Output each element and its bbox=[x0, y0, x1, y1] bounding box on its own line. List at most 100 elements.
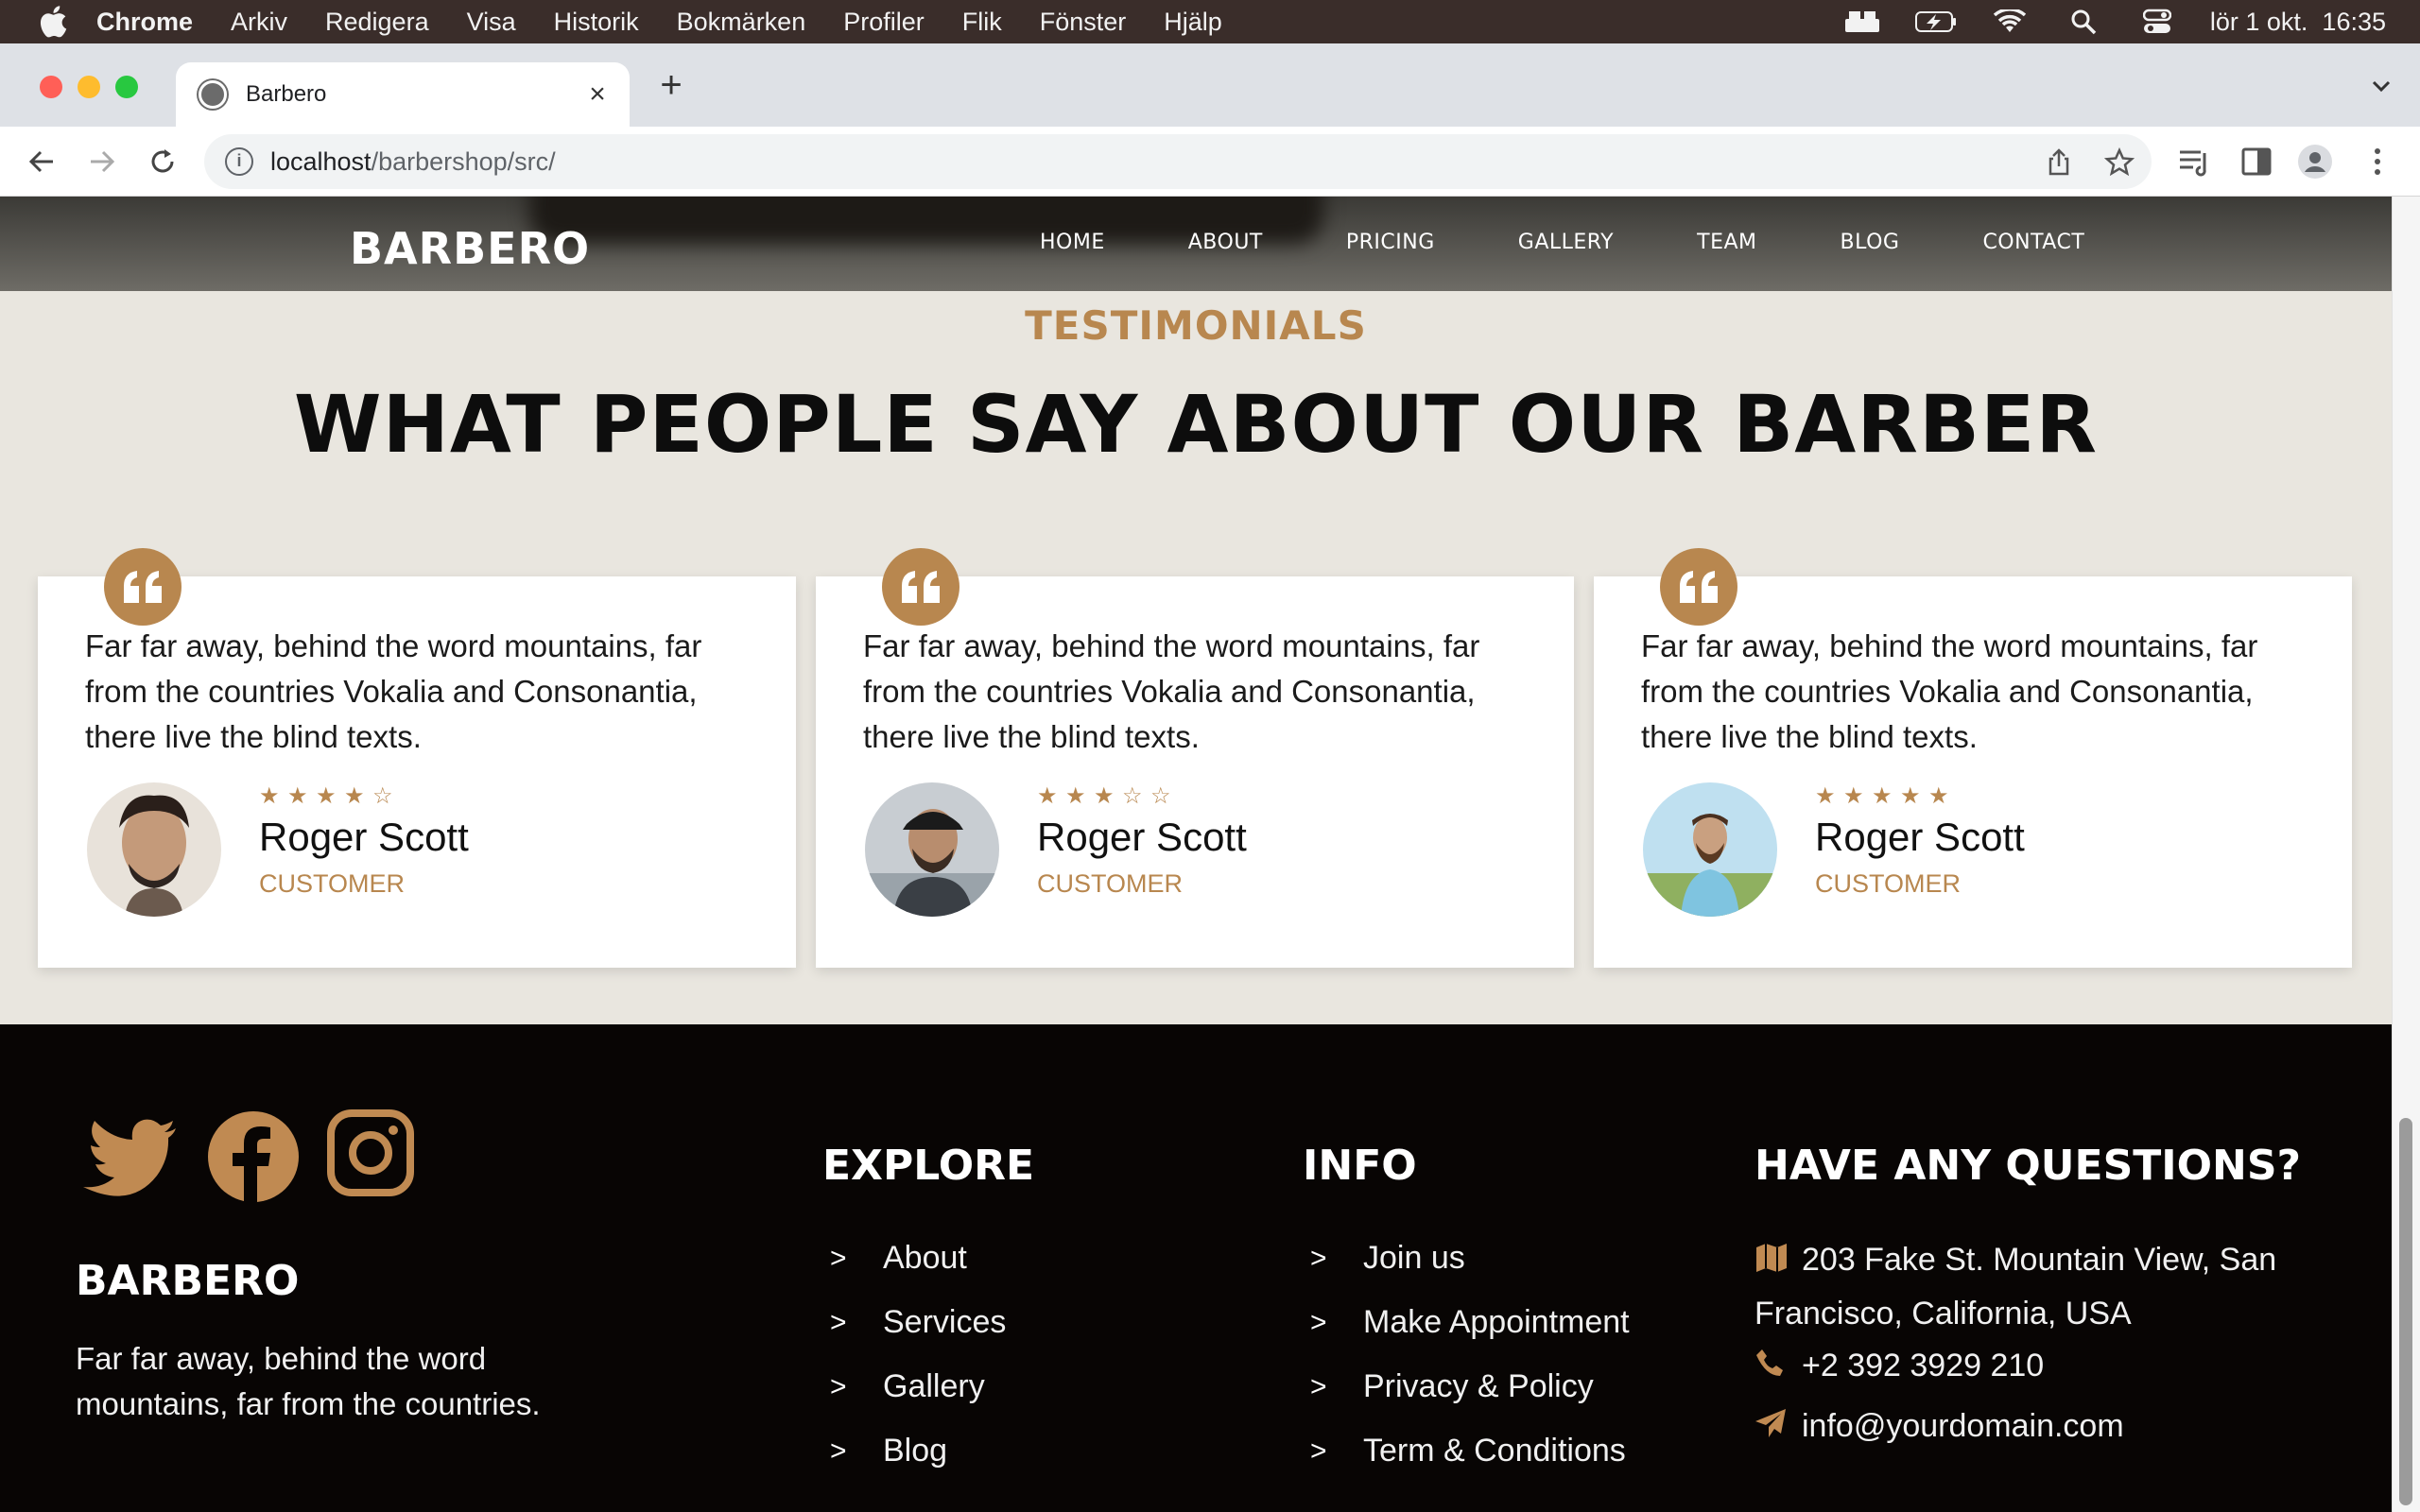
questions-title: HAVE ANY QUESTIONS? bbox=[1754, 1142, 2302, 1190]
footer-link-services[interactable]: > Services bbox=[830, 1304, 1006, 1341]
window-close-button[interactable] bbox=[40, 76, 62, 98]
star-rating: ★ ★ ★ ★ ☆ bbox=[259, 782, 397, 810]
page-scrollbar[interactable] bbox=[2392, 197, 2420, 1512]
nav-pricing[interactable]: PRICING bbox=[1346, 231, 1435, 254]
footer-link-privacy-policy[interactable]: > Privacy & Policy bbox=[1310, 1368, 1594, 1405]
contact-phone[interactable]: +2 392 3929 210 bbox=[1754, 1340, 2044, 1394]
wifi-icon[interactable] bbox=[1989, 8, 2031, 36]
testimonial-name: Roger Scott bbox=[1815, 815, 2025, 859]
avatar bbox=[1643, 782, 1777, 917]
url-text[interactable]: localhost/barbershop/src/ bbox=[270, 147, 556, 177]
menu-app-name[interactable]: Chrome bbox=[96, 8, 193, 37]
window-zoom-button[interactable] bbox=[115, 76, 138, 98]
spotlight-search-icon[interactable] bbox=[2063, 8, 2104, 36]
footer-link-make-appointment[interactable]: > Make Appointment bbox=[1310, 1304, 1630, 1341]
control-center-icon[interactable] bbox=[2136, 8, 2178, 36]
avatar bbox=[865, 782, 999, 917]
star-filled-icon: ★ bbox=[344, 783, 365, 809]
footer-link-label: Services bbox=[883, 1304, 1007, 1340]
section-eyebrow: TESTIMONIALS bbox=[1025, 302, 1367, 349]
browser-toolbar: i localhost/barbershop/src/ bbox=[0, 127, 2420, 197]
star-rating: ★ ★ ★ ★ ★ bbox=[1815, 782, 1953, 810]
chevron-right-icon: > bbox=[830, 1306, 847, 1338]
testimonial-role: CUSTOMER bbox=[259, 869, 406, 898]
star-empty-icon: ☆ bbox=[372, 783, 393, 809]
nav-about[interactable]: ABOUT bbox=[1188, 231, 1263, 254]
testimonial-text: Far far away, behind the word mountains,… bbox=[85, 628, 702, 754]
star-rating: ★ ★ ★ ☆ ☆ bbox=[1037, 782, 1175, 810]
new-tab-button[interactable]: + bbox=[652, 66, 690, 104]
apple-icon[interactable] bbox=[34, 3, 72, 41]
star-filled-icon: ★ bbox=[1900, 783, 1921, 809]
footer-link-blog[interactable]: > Blog bbox=[830, 1433, 947, 1469]
footer-link-terms[interactable]: > Term & Conditions bbox=[1310, 1433, 1626, 1469]
instagram-icon[interactable] bbox=[327, 1109, 422, 1204]
nav-home[interactable]: HOME bbox=[1040, 231, 1105, 254]
web-page: BARBERO HOME ABOUT PRICING GALLERY TEAM … bbox=[0, 197, 2392, 1512]
menu-arkiv[interactable]: Arkiv bbox=[231, 8, 287, 37]
back-button[interactable] bbox=[23, 143, 60, 180]
reading-list-icon[interactable] bbox=[2176, 144, 2212, 180]
star-filled-icon: ★ bbox=[1872, 783, 1893, 809]
nav-team[interactable]: TEAM bbox=[1697, 231, 1756, 254]
nav-blog[interactable]: BLOG bbox=[1841, 231, 1900, 254]
chrome-menu-icon[interactable] bbox=[2360, 144, 2395, 180]
menu-profiler[interactable]: Profiler bbox=[843, 8, 925, 37]
testimonial-card: Far far away, behind the word mountains,… bbox=[1594, 576, 2352, 968]
footer-link-join-us[interactable]: > Join us bbox=[1310, 1240, 1465, 1277]
site-brand-logo[interactable]: BARBERO bbox=[350, 223, 590, 274]
menu-redigera[interactable]: Redigera bbox=[325, 8, 429, 37]
testimonial-role: CUSTOMER bbox=[1037, 869, 1184, 898]
side-panel-icon[interactable] bbox=[2238, 144, 2274, 180]
star-filled-icon: ★ bbox=[259, 783, 280, 809]
section-heading: WHAT PEOPLE SAY ABOUT OUR BARBER bbox=[293, 378, 2099, 471]
browser-tab[interactable]: Barbero × bbox=[176, 62, 630, 127]
menu-clock[interactable]: lör 1 okt. 16:35 bbox=[2210, 8, 2386, 37]
site-info-icon[interactable]: i bbox=[225, 147, 253, 176]
menu-hjalp[interactable]: Hjälp bbox=[1164, 8, 1222, 37]
site-nav-links: HOME ABOUT PRICING GALLERY TEAM BLOG CON… bbox=[1040, 231, 2168, 254]
chevron-right-icon: > bbox=[1310, 1370, 1327, 1402]
facebook-icon[interactable] bbox=[206, 1109, 301, 1204]
footer-link-about[interactable]: > About bbox=[830, 1240, 967, 1277]
star-filled-icon: ★ bbox=[1843, 783, 1864, 809]
macos-menu-bar: Chrome Arkiv Redigera Visa Historik Bokm… bbox=[0, 0, 2420, 43]
profile-avatar-icon[interactable] bbox=[2297, 144, 2333, 180]
contact-address: 203 Fake St. Mountain View, San Francisc… bbox=[1754, 1234, 2341, 1340]
tab-close-icon[interactable]: × bbox=[582, 79, 613, 110]
battery-icon[interactable] bbox=[1914, 8, 1957, 36]
star-filled-icon: ★ bbox=[1065, 783, 1086, 809]
menu-fonster[interactable]: Fönster bbox=[1040, 8, 1127, 37]
twitter-icon[interactable] bbox=[81, 1109, 176, 1204]
footer-link-label: Join us bbox=[1363, 1240, 1465, 1276]
reload-button[interactable] bbox=[144, 143, 182, 180]
bookmark-star-icon[interactable] bbox=[2103, 146, 2135, 178]
paper-plane-icon bbox=[1754, 1402, 1802, 1454]
reading-list-status-icon[interactable] bbox=[1841, 8, 1883, 36]
footer-link-gallery[interactable]: > Gallery bbox=[830, 1368, 985, 1405]
site-footer: BARBERO Far far away, behind the word mo… bbox=[0, 1024, 2392, 1512]
star-filled-icon: ★ bbox=[1815, 783, 1836, 809]
forward-button[interactable] bbox=[83, 143, 121, 180]
nav-gallery[interactable]: GALLERY bbox=[1518, 231, 1614, 254]
menu-visa[interactable]: Visa bbox=[467, 8, 516, 37]
screen: Chrome Arkiv Redigera Visa Historik Bokm… bbox=[0, 0, 2420, 1512]
star-filled-icon: ★ bbox=[1037, 783, 1058, 809]
star-filled-icon: ★ bbox=[1928, 783, 1949, 809]
info-title: INFO bbox=[1303, 1142, 1417, 1190]
nav-contact[interactable]: CONTACT bbox=[1982, 231, 2084, 254]
menu-bokmarken[interactable]: Bokmärken bbox=[677, 8, 806, 37]
contact-email[interactable]: info@yourdomain.com bbox=[1754, 1400, 2124, 1454]
testimonial-role: CUSTOMER bbox=[1815, 869, 1962, 898]
tab-title: Barbero bbox=[246, 81, 327, 107]
share-icon[interactable] bbox=[2044, 147, 2074, 178]
menu-historik[interactable]: Historik bbox=[554, 8, 639, 37]
menu-flik[interactable]: Flik bbox=[962, 8, 1002, 37]
address-bar[interactable]: i localhost/barbershop/src/ bbox=[204, 134, 2152, 189]
scrollbar-thumb[interactable] bbox=[2399, 1118, 2412, 1505]
chevron-right-icon: > bbox=[1310, 1306, 1327, 1338]
chevron-right-icon: > bbox=[830, 1435, 847, 1467]
tab-search-chevron-icon[interactable] bbox=[2367, 72, 2395, 100]
window-minimize-button[interactable] bbox=[78, 76, 100, 98]
url-path: /barbershop/src/ bbox=[371, 146, 556, 176]
